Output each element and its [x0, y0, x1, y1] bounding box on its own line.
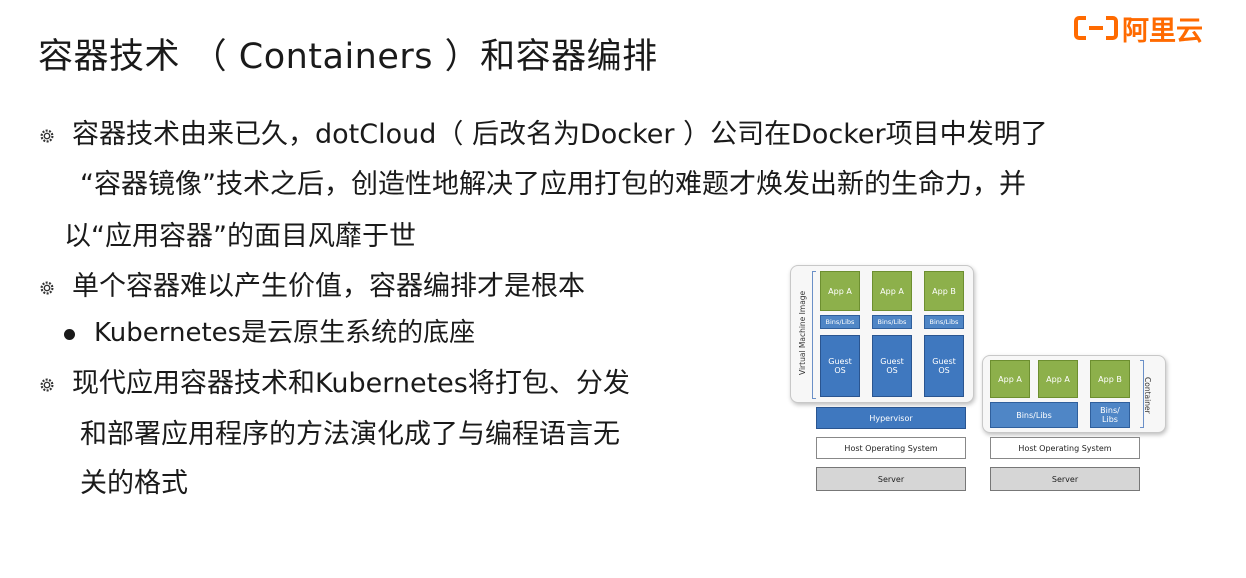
gear-bullet-icon: [40, 129, 54, 143]
vm-bracket: [812, 271, 816, 399]
vm-vs-container-diagram: Virtual Machine Image App A App A App B …: [790, 265, 1170, 495]
vm-app-2: App A: [872, 271, 912, 311]
container-app-2: App A: [1038, 360, 1078, 398]
vm-app-3: App B: [924, 271, 964, 311]
vm-bins-2: Bins/Libs: [872, 315, 912, 329]
bullet-3-line-3: 关的格式: [80, 468, 188, 499]
gear-bullet-icon: [40, 378, 54, 392]
vm-guest-os-1: Guest OS: [820, 335, 860, 397]
vm-host-os: Host Operating System: [816, 437, 966, 459]
bullet-3-line-1: 现代应用容器技术和Kubernetes将打包、分发: [72, 368, 630, 399]
bullet-1-line-1: 容器技术由来已久，dotCloud（ 后改名为Docker ）公司在Docker…: [72, 119, 1048, 150]
container-server: Server: [990, 467, 1140, 491]
vm-app-1: App A: [820, 271, 860, 311]
container-bracket: [1140, 360, 1144, 428]
dot-bullet-icon: [64, 329, 75, 340]
bullet-1-line-3: 以“应用容器”的面目风靡于世: [64, 221, 416, 252]
logo-text: 阿里云: [1122, 15, 1203, 47]
aliyun-logo: 阿里云: [1074, 12, 1203, 47]
slide-title: 容器技术 （ Containers ）和容器编排: [38, 37, 658, 77]
gear-bullet-icon: [40, 281, 54, 295]
vm-guest-os-2: Guest OS: [872, 335, 912, 397]
container-side-label: Container: [1143, 377, 1152, 414]
aliyun-logo-icon: [1074, 16, 1118, 40]
vm-hypervisor: Hypervisor: [816, 407, 966, 429]
vm-guest-os-3: Guest OS: [924, 335, 964, 397]
container-bins-shared: Bins/Libs: [990, 402, 1078, 428]
container-app-3: App B: [1090, 360, 1130, 398]
vm-bins-1: Bins/Libs: [820, 315, 860, 329]
bullet-3-line-2: 和部署应用程序的方法演化成了与编程语言无: [80, 419, 620, 450]
vm-side-label: Virtual Machine Image: [798, 290, 807, 375]
container-bins-b: Bins/ Libs: [1090, 402, 1130, 428]
container-host-os: Host Operating System: [990, 437, 1140, 459]
container-app-1: App A: [990, 360, 1030, 398]
sub-bullet-1-line-1: Kubernetes是云原生系统的底座: [94, 318, 476, 348]
vm-bins-3: Bins/Libs: [924, 315, 964, 329]
bullet-2-line-1: 单个容器难以产生价值，容器编排才是根本: [72, 271, 585, 302]
bullet-1-line-2: “容器镜像”技术之后，创造性地解决了应用打包的难题才焕发出新的生命力，并: [80, 169, 1026, 200]
vm-server: Server: [816, 467, 966, 491]
